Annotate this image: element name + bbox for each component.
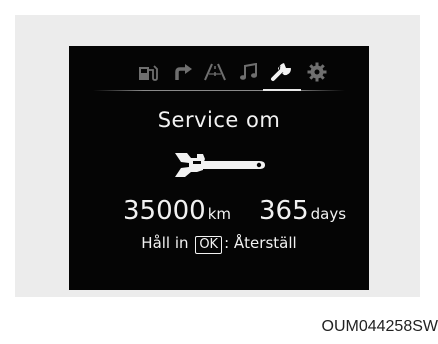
fuel-pump-icon [139,65,158,81]
gear-icon [307,62,327,82]
reset-suffix: : Återställ [224,234,297,252]
days-value: 365 [259,196,309,226]
tab-service[interactable] [267,60,295,84]
days-unit: days [310,205,347,223]
tab-divider [93,90,345,91]
wrench-icon [271,62,291,81]
ok-key-label: OK [195,236,223,254]
active-tab-indicator [263,89,301,91]
reset-instruction: Håll in OK: Återställ [69,234,369,254]
figure-code: OUM044258SW [321,318,438,335]
cluster-display: Service om 35000 km 365 days Håll in OK: Å… [69,46,369,290]
tab-trip-computer[interactable] [135,60,163,84]
distance-unit: km [207,205,232,223]
tab-lane-assist[interactable] [201,60,229,84]
tab-settings[interactable] [303,60,331,84]
page-title: Service om [157,108,281,132]
distance-value: 35000 [123,196,206,226]
tab-audio[interactable] [235,60,263,84]
menu-tabs [69,60,369,88]
distance-remaining: 35000 km [123,196,231,226]
tab-navigation[interactable] [169,60,197,84]
turn-arrow-icon [175,64,192,80]
reset-prefix: Håll in [141,234,189,252]
music-note-icon [240,63,257,80]
service-interval: 35000 km 365 days [69,196,369,228]
service-wrench-icon [175,153,265,177]
road-icon [204,63,226,81]
days-remaining: 365 days [259,196,346,226]
